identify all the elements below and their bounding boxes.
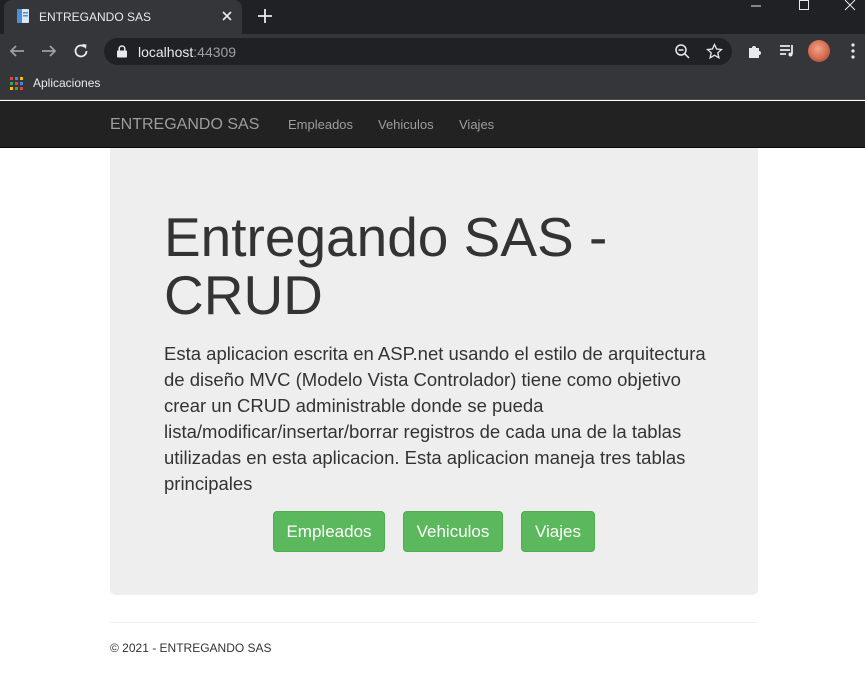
site-navbar: ENTREGANDO SAS Empleados Vehiculos Viaje…	[0, 101, 865, 148]
footer-copyright: © 2021 - ENTREGANDO SAS	[110, 641, 272, 655]
new-tab-plus-icon[interactable]	[256, 7, 274, 25]
address-bar[interactable]: localhost:44309	[104, 38, 732, 65]
bookmarks-bar: Aplicaciones	[0, 69, 865, 100]
bookmark-star-icon[interactable]	[706, 43, 723, 60]
back-arrow-icon[interactable]	[8, 42, 26, 60]
extensions-puzzle-icon[interactable]	[746, 42, 764, 60]
close-window-icon[interactable]	[835, 0, 865, 14]
browser-tab[interactable]: ENTREGANDO SAS	[4, 0, 242, 34]
profile-avatar[interactable]	[808, 40, 830, 62]
tab-title: ENTREGANDO SAS	[39, 10, 152, 24]
reload-icon[interactable]	[72, 42, 90, 60]
browser-tab-strip: ENTREGANDO SAS	[0, 0, 865, 34]
document-favicon-icon	[17, 9, 29, 23]
url-host: localhost	[138, 44, 194, 60]
vehiculos-button[interactable]: Vehiculos	[403, 511, 503, 552]
close-tab-icon[interactable]	[219, 8, 235, 24]
page-title: Entregando SAS - CRUD	[164, 206, 608, 326]
more-menu-icon[interactable]	[846, 42, 860, 60]
nav-link-viajes[interactable]: Viajes	[459, 117, 494, 132]
navbar-brand[interactable]: ENTREGANDO SAS	[110, 116, 259, 134]
zoom-out-icon[interactable]	[674, 43, 691, 60]
bookmark-apps-label[interactable]: Aplicaciones	[33, 76, 100, 90]
forward-arrow-icon[interactable]	[40, 42, 58, 60]
lock-icon[interactable]	[116, 45, 128, 58]
footer-divider	[110, 622, 758, 623]
minimize-icon[interactable]	[741, 0, 771, 14]
url-port: :44309	[193, 44, 237, 60]
jumbotron: Entregando SAS - CRUD Esta aplicacion es…	[110, 148, 758, 595]
nav-link-vehiculos[interactable]: Vehiculos	[378, 117, 434, 132]
url-text[interactable]: localhost:44309	[138, 44, 236, 60]
jumbotron-description: Esta aplicacion escrita en ASP.net usand…	[164, 343, 706, 494]
apps-grid-icon[interactable]	[10, 77, 24, 91]
nav-link-empleados[interactable]: Empleados	[288, 117, 353, 132]
browser-toolbar: localhost:44309	[0, 34, 865, 69]
media-queue-icon[interactable]	[778, 42, 796, 60]
viajes-button[interactable]: Viajes	[521, 511, 595, 552]
maximize-icon[interactable]	[789, 0, 819, 14]
empleados-button[interactable]: Empleados	[273, 511, 385, 552]
